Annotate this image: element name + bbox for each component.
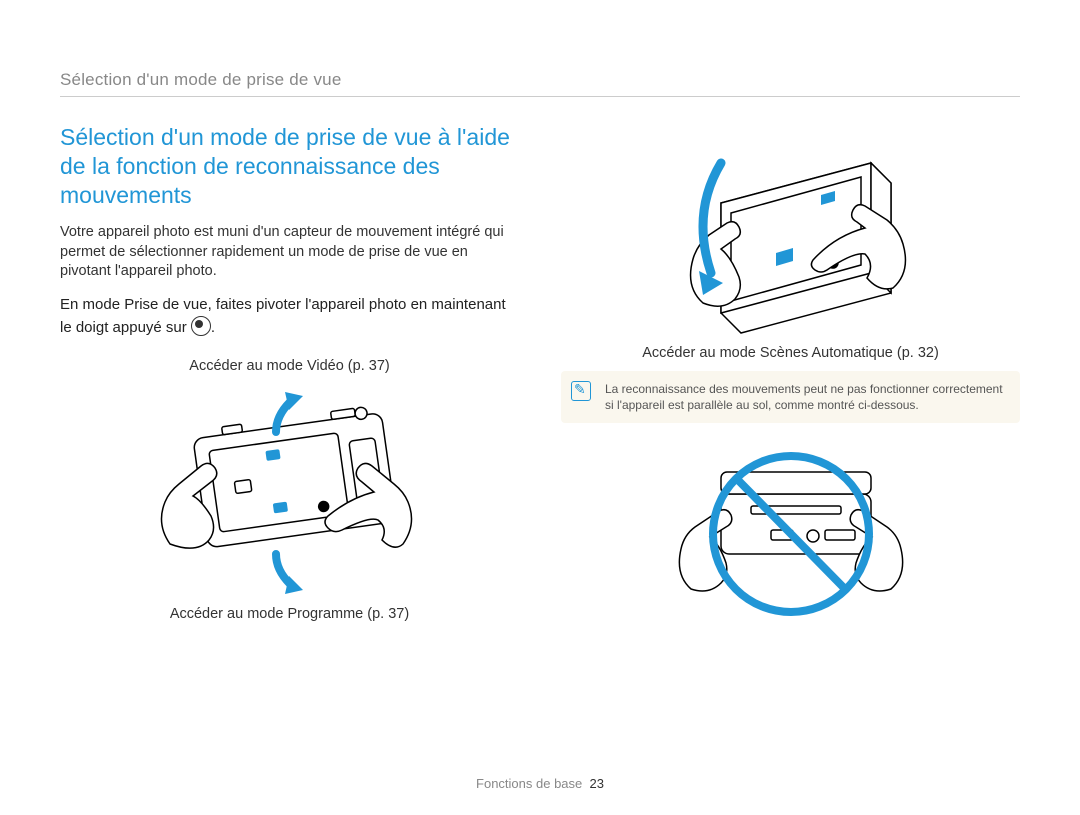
note-box: La reconnaissance des mouvements peut ne… [561, 371, 1020, 423]
header-rule [60, 96, 1020, 97]
left-column: Sélection d'un mode de prise de vue à l'… [60, 123, 519, 632]
camera-parallel-forbidden-icon [651, 439, 931, 629]
caption-video: Accéder au mode Vidéo (p. 37) [60, 358, 519, 374]
camera-tilt-vertical-icon [155, 384, 425, 604]
caption-program: Accéder au mode Programme (p. 37) [60, 606, 519, 622]
footer-label: Fonctions de base [476, 776, 582, 791]
camera-tilt-side-icon [631, 123, 951, 343]
right-column: Accéder au mode Scènes Automatique (p. 3… [561, 123, 1020, 632]
note-text: La reconnaissance des mouvements peut ne… [605, 382, 1003, 412]
body-text: Votre appareil photo est muni d'un capte… [60, 223, 519, 282]
instruction: En mode Prise de vue, faites pivoter l'a… [60, 294, 519, 340]
mode-icon [191, 316, 211, 336]
content-columns: Sélection d'un mode de prise de vue à l'… [60, 123, 1020, 632]
page: Sélection d'un mode de prise de vue Séle… [0, 0, 1080, 815]
illustration-parallel-ground [561, 439, 1020, 629]
page-number: 23 [590, 776, 604, 791]
illustration-tilt-vertical [60, 384, 519, 604]
page-footer: Fonctions de base 23 [0, 776, 1080, 791]
illustration-tilt-side [561, 123, 1020, 343]
running-head: Sélection d'un mode de prise de vue [60, 70, 1020, 90]
instruction-text-post: . [211, 319, 215, 336]
instruction-text-pre: En mode Prise de vue, faites pivoter l'a… [60, 296, 506, 337]
note-icon [571, 381, 591, 401]
section-title: Sélection d'un mode de prise de vue à l'… [60, 123, 519, 209]
caption-scene: Accéder au mode Scènes Automatique (p. 3… [561, 345, 1020, 361]
